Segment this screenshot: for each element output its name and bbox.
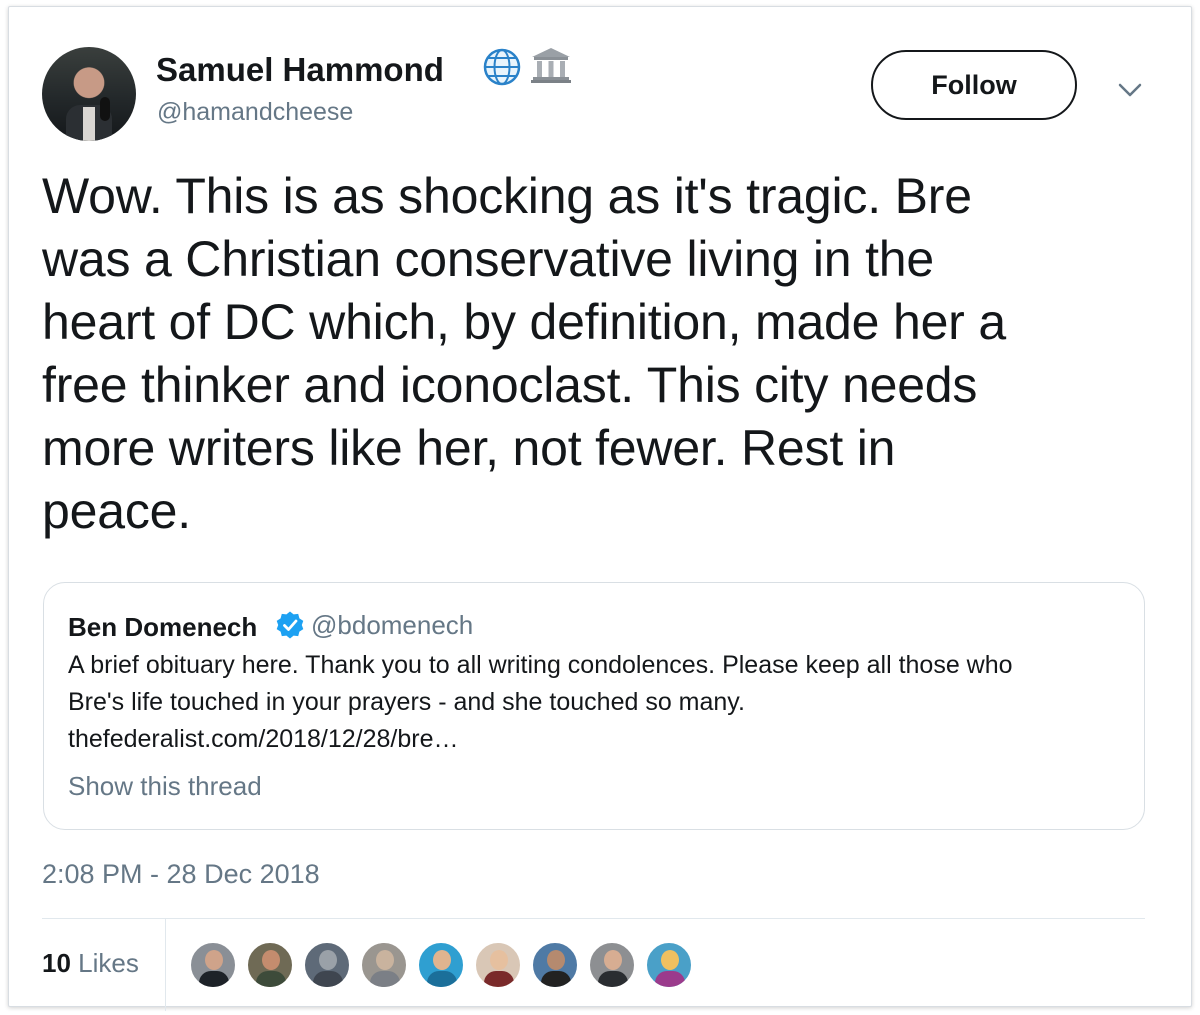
- liker-avatar-head: [604, 950, 622, 970]
- liker-avatar-head: [319, 950, 337, 970]
- stats-separator: [165, 919, 166, 1011]
- tweet-text-line: Wow. This is as shocking as it's tragic.…: [42, 168, 972, 224]
- liker-avatar-body: [598, 971, 628, 987]
- liker-avatar-head: [490, 950, 508, 970]
- divider: [42, 918, 1145, 919]
- liker-avatar[interactable]: [645, 941, 693, 989]
- quoted-author-name: Ben Domenech: [68, 612, 258, 642]
- liker-avatar-head: [661, 950, 679, 970]
- liker-avatar-body: [256, 971, 286, 987]
- likes-count: 10: [42, 948, 71, 978]
- liker-avatar-body: [313, 971, 343, 987]
- liker-avatar-head: [547, 950, 565, 970]
- quoted-author-handle: @bdomenech: [311, 610, 474, 640]
- liker-avatar-body: [199, 971, 229, 987]
- liker-avatar[interactable]: [417, 941, 465, 989]
- liker-avatar-head: [433, 950, 451, 970]
- tweet-text-line: free thinker and iconoclast. This city n…: [42, 357, 978, 413]
- liker-avatar-head: [376, 950, 394, 970]
- likes-label: Likes: [78, 948, 139, 978]
- quoted-tweet-text: A brief obituary here. Thank you to all …: [68, 647, 1138, 758]
- liker-avatar-head: [205, 950, 223, 970]
- classical-building-icon: [531, 48, 571, 83]
- liker-avatar[interactable]: [588, 941, 636, 989]
- author-handle[interactable]: @hamandcheese: [157, 98, 353, 127]
- liker-avatar-body: [655, 971, 685, 987]
- tweet-text-line: peace.: [42, 483, 191, 539]
- tweet-text-line: heart of DC which, by definition, made h…: [42, 294, 1006, 350]
- quoted-text-line: Bre's life touched in your prayers - and…: [68, 688, 745, 716]
- follow-button[interactable]: Follow: [871, 50, 1077, 120]
- quoted-text-line: A brief obituary here. Thank you to all …: [68, 651, 1013, 679]
- verified-badge-icon: [276, 611, 304, 639]
- liker-avatar[interactable]: [360, 941, 408, 989]
- liker-avatar[interactable]: [303, 941, 351, 989]
- liker-avatar[interactable]: [246, 941, 294, 989]
- avatar-microphone: [100, 97, 110, 121]
- liker-avatar[interactable]: [189, 941, 237, 989]
- liker-avatars: [189, 941, 702, 989]
- author-avatar[interactable]: [42, 47, 136, 141]
- quoted-link[interactable]: thefederalist.com/2018/12/28/bre…: [68, 721, 1138, 758]
- liker-avatar-head: [262, 950, 280, 970]
- quoted-tweet[interactable]: Ben Domenech @bdomenech A brief obituary…: [43, 582, 1145, 830]
- show-thread-link[interactable]: Show this thread: [68, 771, 262, 802]
- likes-stat[interactable]: 10 Likes: [42, 948, 139, 979]
- liker-avatar-body: [427, 971, 457, 987]
- tweet-text-line: was a Christian conservative living in t…: [42, 231, 935, 287]
- tweet-text-line: more writers like her, not fewer. Rest i…: [42, 420, 896, 476]
- globe-icon: [483, 48, 521, 86]
- liker-avatar[interactable]: [474, 941, 522, 989]
- liker-avatar-body: [370, 971, 400, 987]
- liker-avatar[interactable]: [531, 941, 579, 989]
- author-name[interactable]: Samuel Hammond: [156, 51, 444, 89]
- chevron-down-icon[interactable]: [1116, 81, 1144, 99]
- avatar-collar: [83, 107, 95, 141]
- liker-avatar-body: [541, 971, 571, 987]
- tweet-timestamp[interactable]: 2:08 PM - 28 Dec 2018: [42, 859, 320, 890]
- liker-avatar-body: [484, 971, 514, 987]
- tweet-card: Samuel Hammond @hamandcheese Follow Wow.…: [8, 6, 1192, 1011]
- tweet-text: Wow. This is as shocking as it's tragic.…: [42, 165, 1152, 543]
